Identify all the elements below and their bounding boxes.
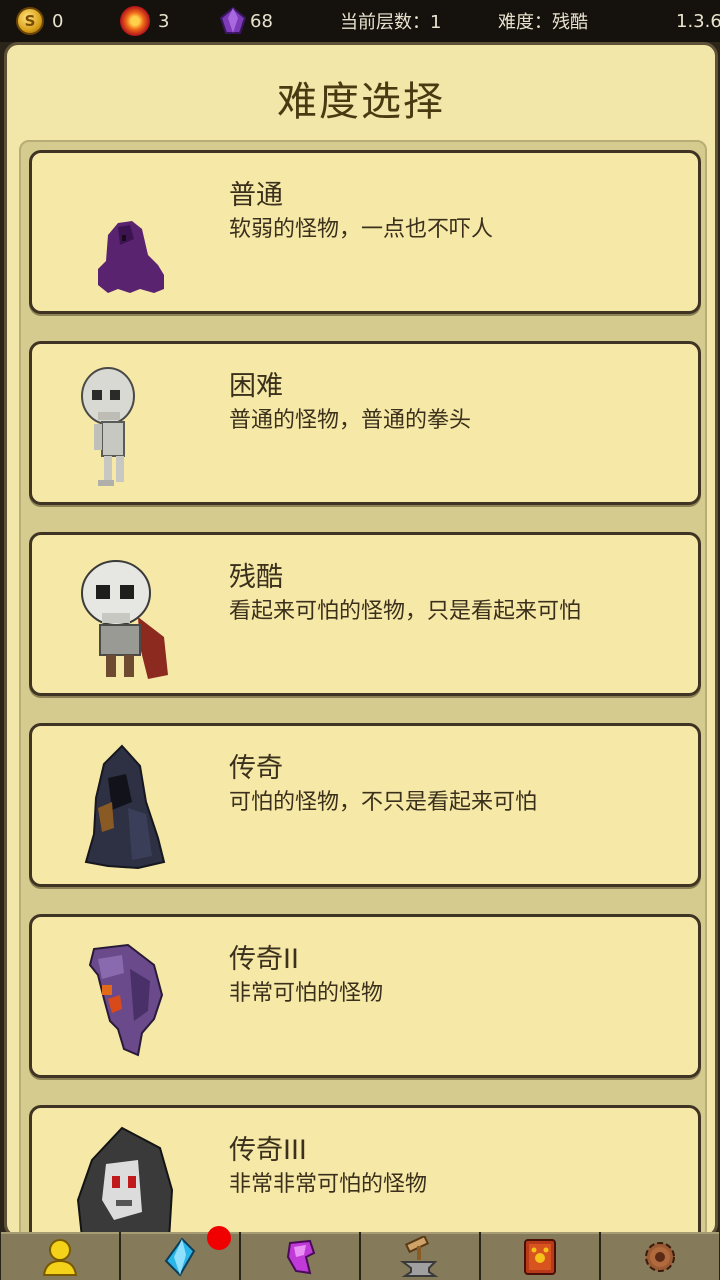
difficulty-list[interactable]: 普通 软弱的怪物，一点也不吓人 困难 普通的怪物，普通的拳头 残酷 看起来可怕的… (19, 140, 707, 1240)
difficulty-desc: 非常非常可怕的怪物 (229, 1172, 428, 1197)
status-bar: 0 3 68 当前层数：1 难度：残酷 1.3.6 (0, 0, 720, 42)
fire-gem-counter: 3 (120, 0, 169, 42)
difficulty-card-brutal[interactable]: 残酷 看起来可怕的怪物，只是看起来可怕 (29, 532, 701, 696)
difficulty-panel: 难度选择 普通 软弱的怪物，一点也不吓人 困难 普通的怪物，普通的拳头 残酷 看… (4, 42, 718, 1240)
fire-gem-icon (120, 6, 150, 36)
coin-icon (16, 7, 44, 35)
nav-tab-hero[interactable] (1, 1232, 119, 1280)
bottom-nav (0, 1226, 720, 1280)
difficulty-name: 传奇II (229, 944, 299, 975)
difficulty-name: 普通 (229, 180, 283, 211)
notification-dot (207, 1226, 231, 1250)
difficulty-name: 传奇 (229, 753, 283, 784)
difficulty-card-legendary-3[interactable]: 传奇III 非常非常可怕的怪物 (29, 1105, 701, 1238)
nav-tab-anvil[interactable] (361, 1232, 479, 1280)
gear-icon (645, 1242, 675, 1272)
purple-gem-counter: 68 (218, 0, 273, 42)
difficulty-indicator: 难度：残酷 (498, 12, 588, 33)
difficulty-card-legendary[interactable]: 传奇 可怕的怪物，不只是看起来可怕 (29, 723, 701, 887)
nav-tab-gem[interactable] (241, 1232, 359, 1280)
difficulty-name: 传奇III (229, 1135, 307, 1166)
coin-counter: 0 (16, 0, 63, 42)
difficulty-desc: 可怕的怪物，不只是看起来可怕 (229, 790, 538, 815)
difficulty-desc: 看起来可怕的怪物，只是看起来可怕 (229, 599, 582, 624)
purple-slime-icon (98, 221, 164, 293)
hooded-wraith-icon (84, 744, 166, 870)
gem-icon (286, 1239, 316, 1275)
floor-indicator: 当前层数：1 (340, 12, 442, 33)
nav-tab-settings[interactable] (601, 1232, 719, 1280)
difficulty-name: 残酷 (229, 562, 283, 593)
skeleton-warrior-icon (81, 560, 168, 679)
panel-title: 难度选择 (277, 79, 445, 125)
difficulty-card-normal[interactable]: 普通 软弱的怪物，一点也不吓人 (29, 150, 701, 314)
spellbook-icon (524, 1239, 556, 1275)
difficulty-desc: 非常可怕的怪物 (229, 981, 384, 1006)
skeleton-icon (81, 367, 135, 486)
anvil-icon (400, 1236, 439, 1277)
nav-tab-spellbook[interactable] (481, 1232, 599, 1280)
hero-icon (42, 1239, 78, 1276)
difficulty-name: 困难 (229, 371, 283, 402)
purple-ghost-icon (88, 943, 164, 1057)
nav-tab-crystal[interactable] (121, 1226, 239, 1280)
difficulty-desc: 普通的怪物，普通的拳头 (229, 408, 472, 433)
purple-gem-icon (219, 6, 247, 34)
coin-count: 0 (52, 10, 64, 32)
fire-gem-count: 3 (158, 10, 170, 32)
version-label: 1.3.6 (676, 10, 720, 32)
grim-reaper-icon (76, 1126, 174, 1238)
difficulty-desc: 软弱的怪物，一点也不吓人 (229, 217, 494, 242)
difficulty-card-legendary-2[interactable]: 传奇II 非常可怕的怪物 (29, 914, 701, 1078)
crystal-icon (164, 1237, 196, 1277)
purple-gem-count: 68 (250, 10, 273, 32)
difficulty-card-hard[interactable]: 困难 普通的怪物，普通的拳头 (29, 341, 701, 505)
